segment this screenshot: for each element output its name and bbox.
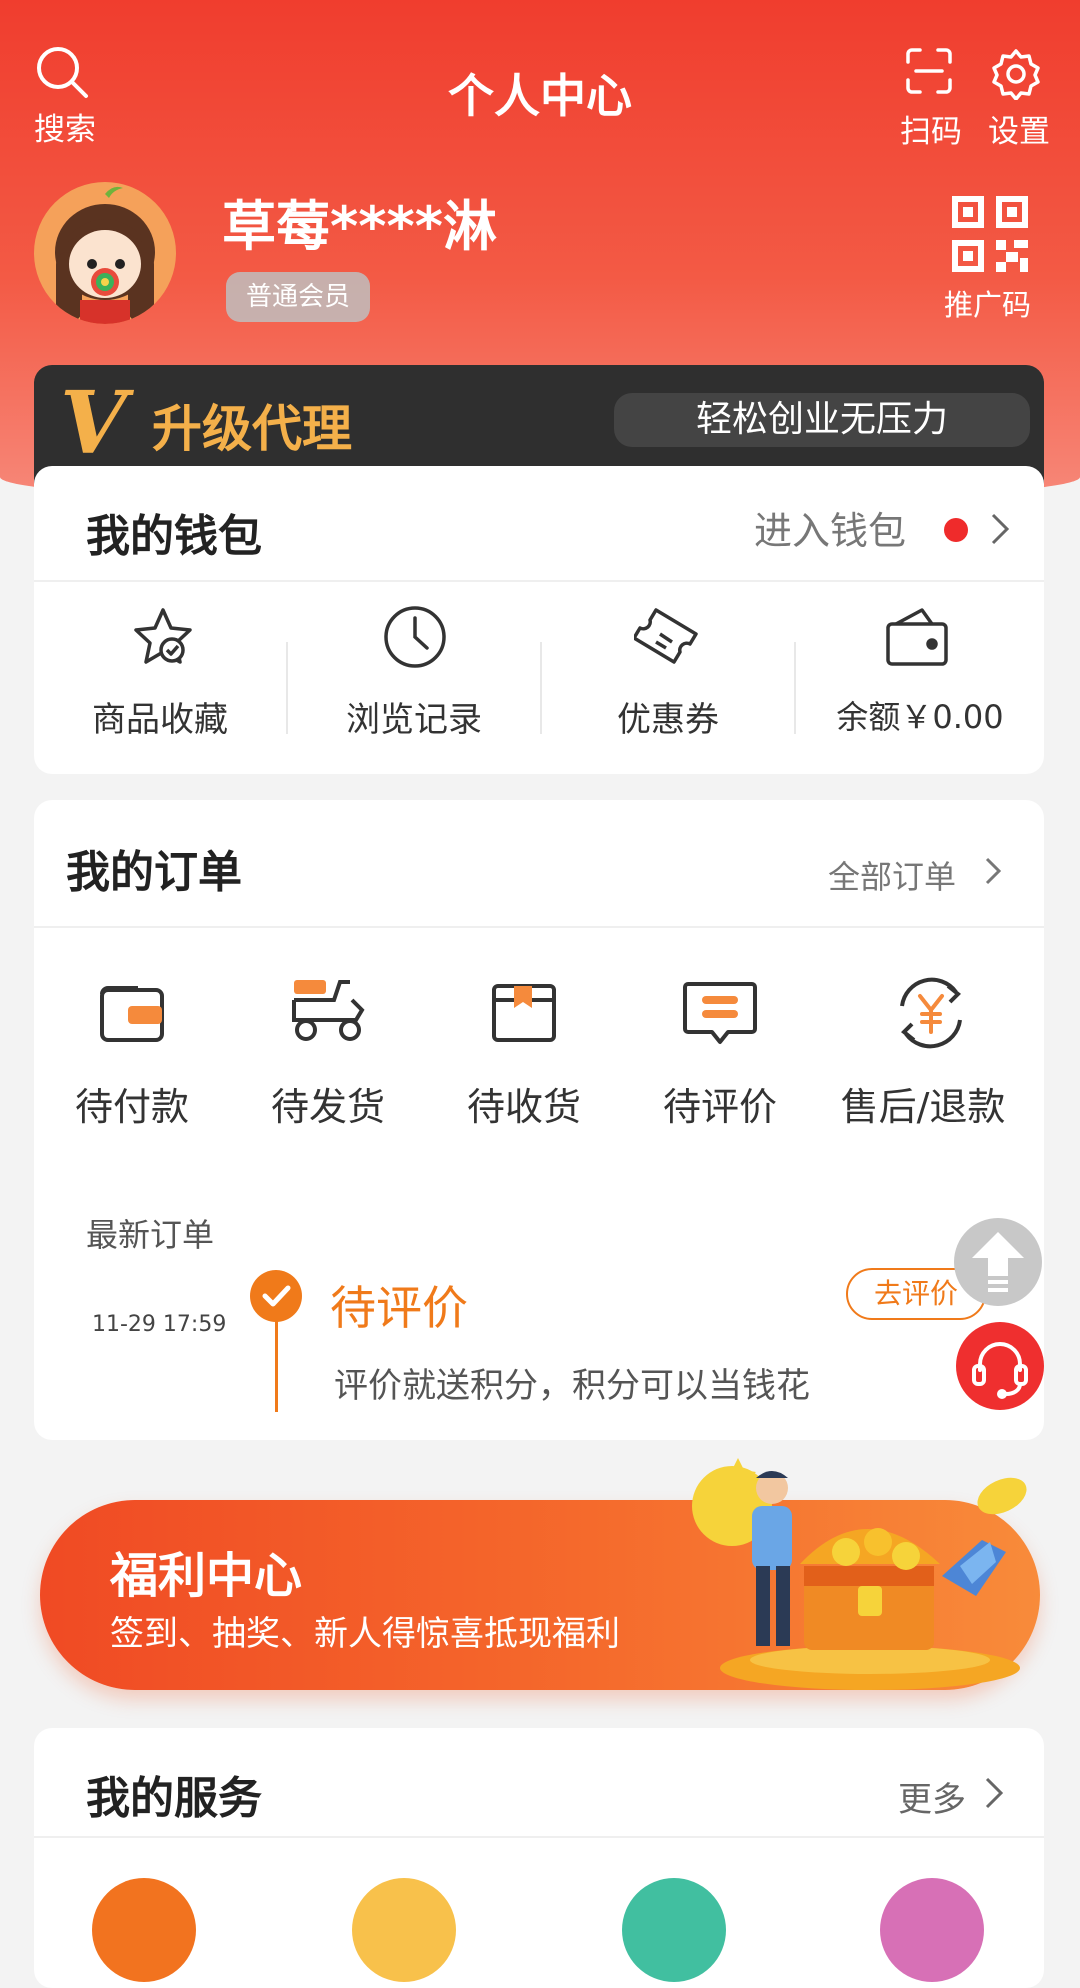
wallet-item-balance[interactable]: 余额￥0.00: [796, 596, 1044, 756]
orders-card: 我的订单 全部订单 待付款 待发货 待收货 待评价 售后/退款 最新订单 11-…: [34, 800, 1044, 1440]
avatar[interactable]: [34, 182, 176, 324]
search-icon: [34, 44, 90, 100]
enter-wallet-label: 进入钱包: [754, 509, 907, 553]
wallet-item-label: 商品收藏: [92, 700, 228, 740]
chevron-right-icon: [984, 856, 1002, 886]
scan-label: 扫码: [900, 114, 962, 150]
settings-button[interactable]: 设置: [978, 48, 1058, 150]
ticket-icon: [634, 604, 702, 672]
v-logo-icon: V: [60, 373, 127, 474]
service-icon-orange[interactable]: [92, 1878, 196, 1982]
wallet-item-favorites[interactable]: 商品收藏: [34, 596, 286, 756]
all-orders-link[interactable]: 全部订单: [828, 850, 1028, 896]
service-icon-yellow[interactable]: [352, 1878, 456, 1982]
wallet-card-icon: [98, 980, 166, 1046]
order-status-pending-review[interactable]: 待评价: [622, 980, 818, 1160]
promo-code-label: 推广码: [944, 288, 1032, 322]
services-divider: [34, 1836, 1044, 1838]
orders-title: 我的订单: [66, 847, 242, 898]
order-status-label: 待发货: [270, 1085, 385, 1129]
order-status-label: 待评价: [662, 1085, 777, 1129]
arrow-up-icon: [972, 1232, 1024, 1292]
more-services-link[interactable]: 更多: [898, 1770, 1028, 1820]
wallet-item-coupons[interactable]: 优惠券: [542, 596, 794, 756]
latest-order-label: 最新订单: [86, 1216, 215, 1254]
order-status-pending-receipt[interactable]: 待收货: [426, 980, 622, 1160]
order-status-label: 待收货: [466, 1085, 581, 1129]
chevron-right-icon: [990, 512, 1010, 546]
services-card: 我的服务 更多: [34, 1728, 1044, 1988]
username: 草莓****淋: [222, 195, 497, 258]
orders-divider: [34, 926, 1044, 928]
more-label: 更多: [898, 1780, 966, 1820]
settings-label: 设置: [988, 114, 1050, 150]
wallet-title: 我的钱包: [86, 511, 262, 562]
latest-order-time: 11-29 17:59: [92, 1312, 227, 1337]
service-icon-teal[interactable]: [622, 1878, 726, 1982]
latest-order-status: 待评价: [330, 1281, 468, 1335]
member-level-badge: 普通会员: [226, 272, 371, 322]
agent-banner-title: 升级代理: [152, 400, 352, 458]
clock-icon: [382, 604, 448, 670]
headset-icon: [972, 1342, 1028, 1399]
unread-dot: [944, 518, 968, 542]
page-title: 个人中心: [448, 69, 632, 123]
order-status-pending-shipment[interactable]: 待发货: [230, 980, 426, 1160]
latest-order-description: 评价就送积分，积分可以当钱花: [334, 1366, 810, 1406]
search-button[interactable]: 搜索: [26, 44, 106, 148]
wallet-item-label: 浏览记录: [346, 700, 482, 740]
order-status-label: 售后/退款: [840, 1085, 1006, 1129]
order-status-pending-payment[interactable]: 待付款: [34, 980, 230, 1160]
wallet-item-label: 余额￥0.00: [836, 698, 1004, 736]
chevron-right-icon: [984, 1776, 1004, 1810]
wallet-item-label: 优惠券: [617, 700, 719, 740]
package-box-icon: [490, 980, 558, 1046]
service-icon-pink[interactable]: [880, 1878, 984, 1982]
timeline-line: [275, 1320, 278, 1412]
delivery-scooter-icon: [290, 976, 368, 1046]
all-orders-label: 全部订单: [828, 858, 957, 896]
wallet-divider: [34, 580, 1044, 582]
order-status-after-sales[interactable]: 售后/退款: [818, 977, 1044, 1160]
agent-banner-slogan: 轻松创业无压力: [614, 393, 1030, 447]
promo-code-button[interactable]: 推广码: [944, 196, 1044, 322]
scan-button[interactable]: 扫码: [896, 48, 966, 150]
customer-service-button[interactable]: [956, 1322, 1044, 1410]
refund-yen-icon: [892, 974, 970, 1052]
services-title: 我的服务: [86, 1773, 262, 1824]
latest-order-row[interactable]: 11-29 17:59 待评价 去评价 评价就送积分，积分可以当钱花: [34, 1260, 1044, 1430]
wallet-item-history[interactable]: 浏览记录: [288, 596, 540, 756]
search-label: 搜索: [34, 112, 96, 148]
enter-wallet-link[interactable]: 进入钱包: [754, 498, 1044, 558]
scan-icon: [906, 48, 952, 94]
treasure-chest-illustration: [680, 1446, 1040, 1696]
wallet-card: 我的钱包 进入钱包 商品收藏 浏览记录 优惠券 余额￥0.00: [34, 466, 1044, 774]
star-check-icon: [130, 606, 196, 672]
wallet-icon: [884, 604, 950, 670]
order-status-label: 待付款: [74, 1085, 189, 1129]
gear-icon: [990, 48, 1042, 100]
qr-code-icon: [952, 196, 1028, 272]
back-to-top-button[interactable]: [954, 1218, 1042, 1306]
welfare-title: 福利中心: [110, 1548, 303, 1604]
comment-icon: [682, 980, 758, 1048]
timeline-check-icon: [250, 1270, 302, 1322]
welfare-subtitle: 签到、抽奖、新人得惊喜抵现福利: [110, 1614, 620, 1654]
